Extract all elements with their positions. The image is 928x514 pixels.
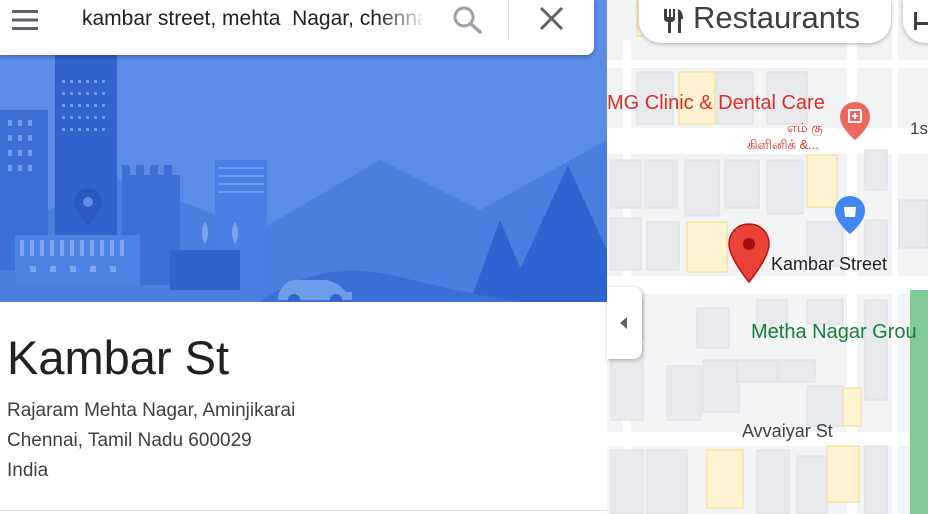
address-line-3: India [7,460,49,481]
place-panel: Kambar St Rajaram Mehta Nagar, Aminjikar… [0,0,607,514]
restaurant-icon [664,9,683,33]
collapse-panel-button[interactable] [607,287,642,359]
map-label-metha-nagar-ground[interactable]: Metha Nagar Grou [751,321,917,344]
restaurants-chip[interactable]: Restaurants [639,0,891,43]
address-line-1: Rajaram Mehta Nagar, Aminjikarai [7,400,296,421]
chevron-left-icon [620,317,627,329]
menu-icon[interactable] [10,8,40,32]
search-input[interactable] [82,2,422,36]
panel-divider [0,510,607,511]
map-label-clinic-tamil-1: எம் கு [787,120,823,135]
address-line-2: Chennai, Tamil Nadu 600029 [7,430,252,451]
restaurants-chip-label: Restaurants [693,0,861,35]
close-icon[interactable] [536,4,568,34]
map-label-kambar-street[interactable]: Kambar Street [771,254,887,275]
map-canvas[interactable]: MG Clinic & Dental Care எம் கு கிளினிக் … [607,0,928,514]
search-bar [0,0,594,55]
hotel-icon [914,12,928,30]
place-title: Kambar St [7,331,230,384]
map-label-clinic[interactable]: MG Clinic & Dental Care [607,92,825,115]
search-icon[interactable] [450,4,484,34]
map-label-clinic-tamil-2: கிளினிக் &... [747,137,820,152]
map-label-avvaiyar-street: Avvaiyar St [742,421,833,441]
search-divider [508,0,509,40]
map-label-first-street: 1s [910,119,928,138]
